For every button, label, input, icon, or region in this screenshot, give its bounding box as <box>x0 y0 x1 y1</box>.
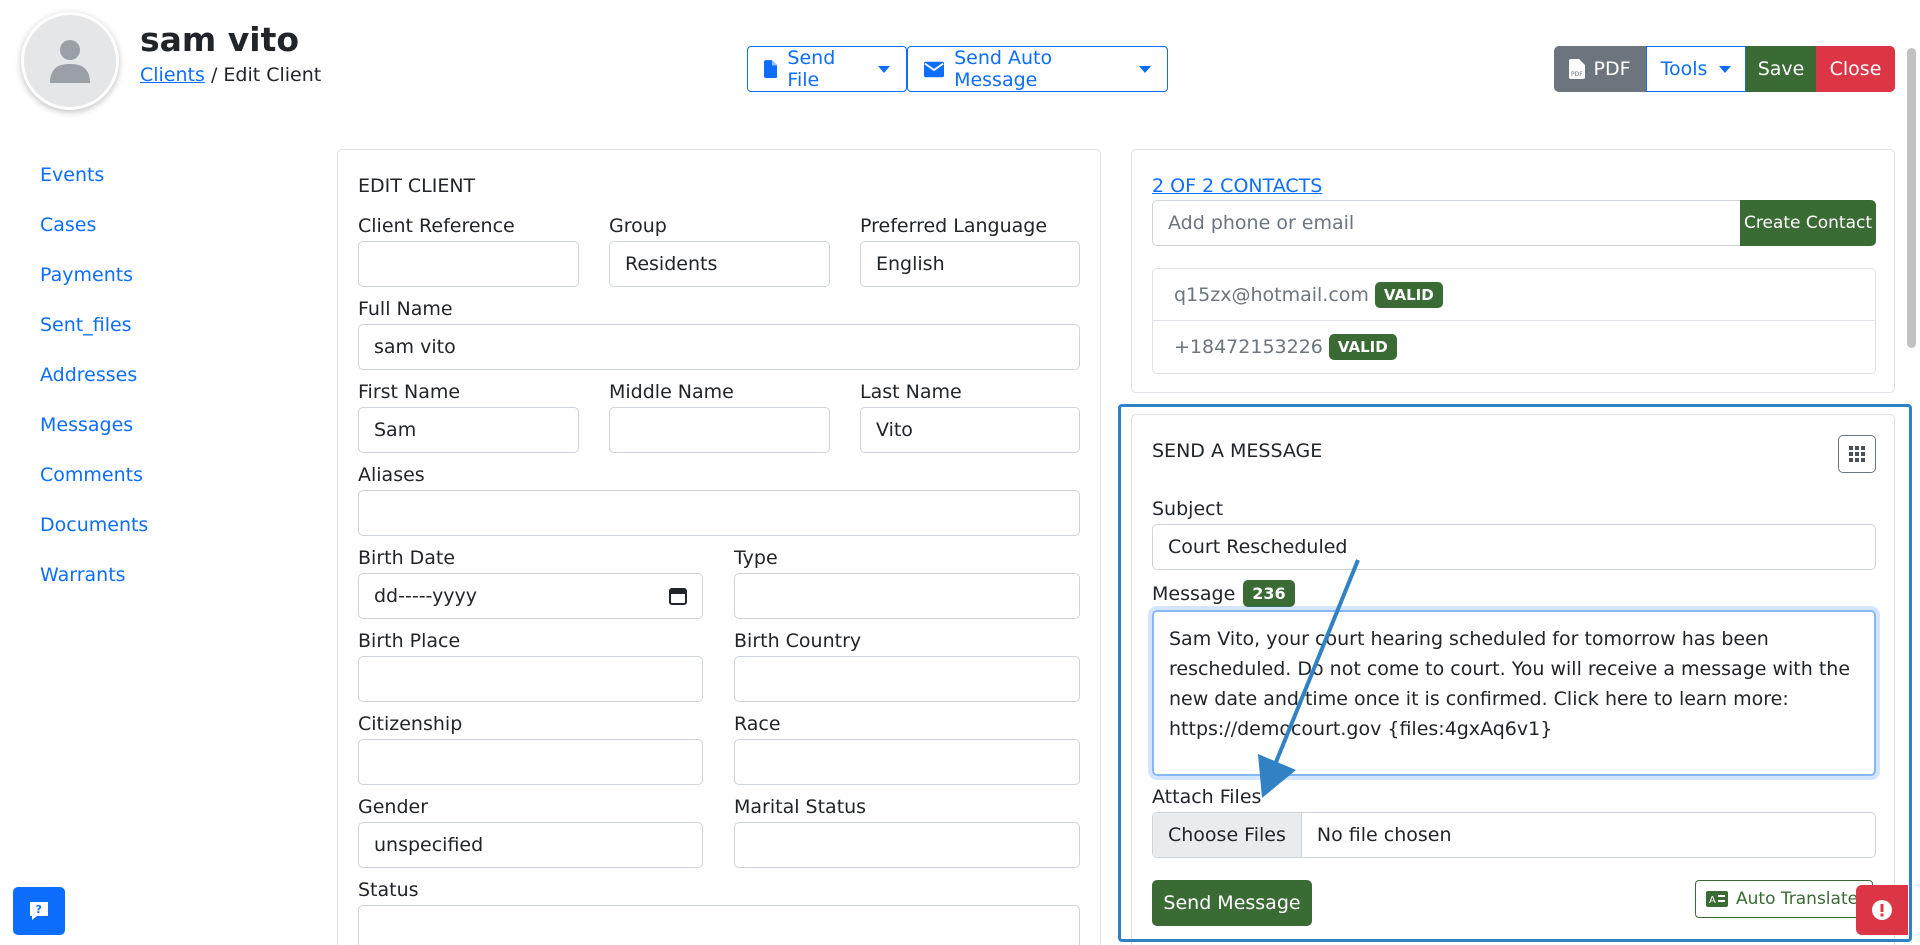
page-scrollbar[interactable] <box>1907 48 1916 348</box>
alert-icon <box>1872 900 1892 920</box>
annotation-arrow <box>1258 559 1360 798</box>
help-button[interactable]: ? <box>13 887 65 935</box>
svg-text:?: ? <box>36 903 42 916</box>
help-icon: ? <box>30 902 48 920</box>
alert-button[interactable] <box>1856 885 1908 935</box>
